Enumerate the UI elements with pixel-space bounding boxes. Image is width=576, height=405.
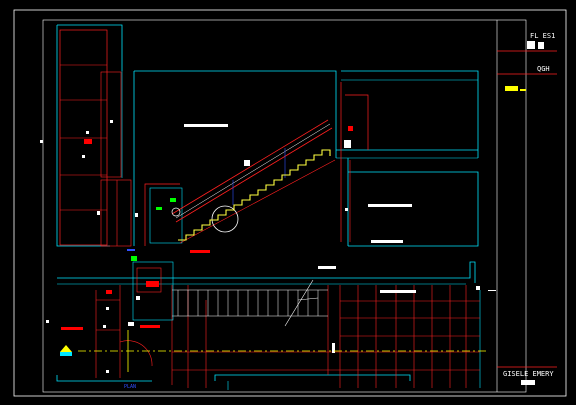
stair-steps: [178, 149, 331, 241]
plan-label-bar-2: [380, 290, 416, 293]
plan-white-tag-left-4: [106, 370, 109, 373]
handrail-bottom: [175, 127, 333, 223]
shaft-mark-3: [82, 155, 85, 158]
landing-red: [190, 250, 210, 253]
stair-base-green: [131, 256, 137, 261]
shaft-top: [57, 24, 123, 71]
plan-white-tag-left-2: [106, 307, 109, 310]
handrail-tag: [244, 160, 250, 166]
plan-label-bar-1: [318, 266, 336, 269]
shaft-mark-6: [110, 120, 113, 123]
plan-door-swing: [119, 340, 153, 367]
stair-plan: PLAN: [46, 261, 496, 390]
stair-base-blue: [127, 249, 135, 251]
plan-red-tag-left: [61, 327, 83, 330]
author-logo: [521, 380, 535, 385]
plan-red-tag-mid: [106, 290, 112, 294]
plan-stair-arrow: [284, 279, 314, 327]
title-block: FL ES1 QGH GISELE EMERY: [497, 32, 557, 385]
plan-mark-right: [476, 286, 480, 290]
right-room-outline: [341, 70, 479, 158]
shaft-mark-1: [86, 131, 89, 134]
shaft-mark-5: [40, 140, 43, 143]
plan-core-red: [146, 281, 159, 287]
lower-right-room: [348, 171, 479, 247]
plan-bottom-wall-left: [56, 375, 152, 382]
plan-top-wall: [57, 261, 476, 283]
plan-mark-right-2: [488, 290, 496, 291]
plan-white-tag-left-5: [332, 343, 335, 353]
shaft-mark-2: [84, 139, 92, 144]
plan-core-outline: [132, 261, 174, 321]
plan-bottom-wall-right: [214, 374, 411, 381]
level-marker-base: [60, 352, 72, 356]
landing-green-1: [156, 207, 162, 210]
upper-room-outline: [134, 70, 337, 158]
stair-section: [40, 24, 479, 261]
title-legend-swatch-2: [520, 89, 526, 91]
plan-white-tag-left-3: [103, 325, 106, 328]
landing-green-2: [170, 198, 176, 202]
shaft-mark-7: [135, 213, 138, 217]
title-logo-mark-2: [538, 42, 544, 49]
sheet-subcode-text: QGH: [537, 65, 550, 73]
plan-core-inner: [136, 267, 162, 293]
shaft-mark-4: [97, 211, 100, 215]
shaft-inner-box: [100, 71, 122, 178]
title-logo-mark: [527, 41, 535, 49]
plan-core-white-2: [128, 322, 134, 326]
plan-core-red-2: [140, 325, 160, 328]
right-door-mark: [344, 140, 351, 148]
title-legend-swatch: [505, 86, 518, 91]
room-mark-a: [345, 208, 348, 211]
room-label-bar-2: [368, 204, 412, 207]
room-label-bar-3: [371, 240, 403, 243]
cad-drawing-canvas: FL ES1 QGH GISELE EMERY PLAN: [13, 9, 567, 397]
plan-core-white: [136, 296, 140, 300]
sheet-code-text: FL ES1: [530, 32, 555, 40]
plan-white-tag-left: [46, 320, 49, 323]
level-marker-icon: [60, 345, 72, 352]
right-door-red: [348, 126, 353, 131]
shaft-outline: [56, 25, 110, 247]
plan-label-text: PLAN: [124, 384, 136, 390]
shaft-lower-box: [100, 179, 132, 247]
room-label-bar-1: [184, 124, 228, 127]
sheet-frame: [13, 9, 567, 397]
author-text: GISELE EMERY: [503, 370, 554, 378]
